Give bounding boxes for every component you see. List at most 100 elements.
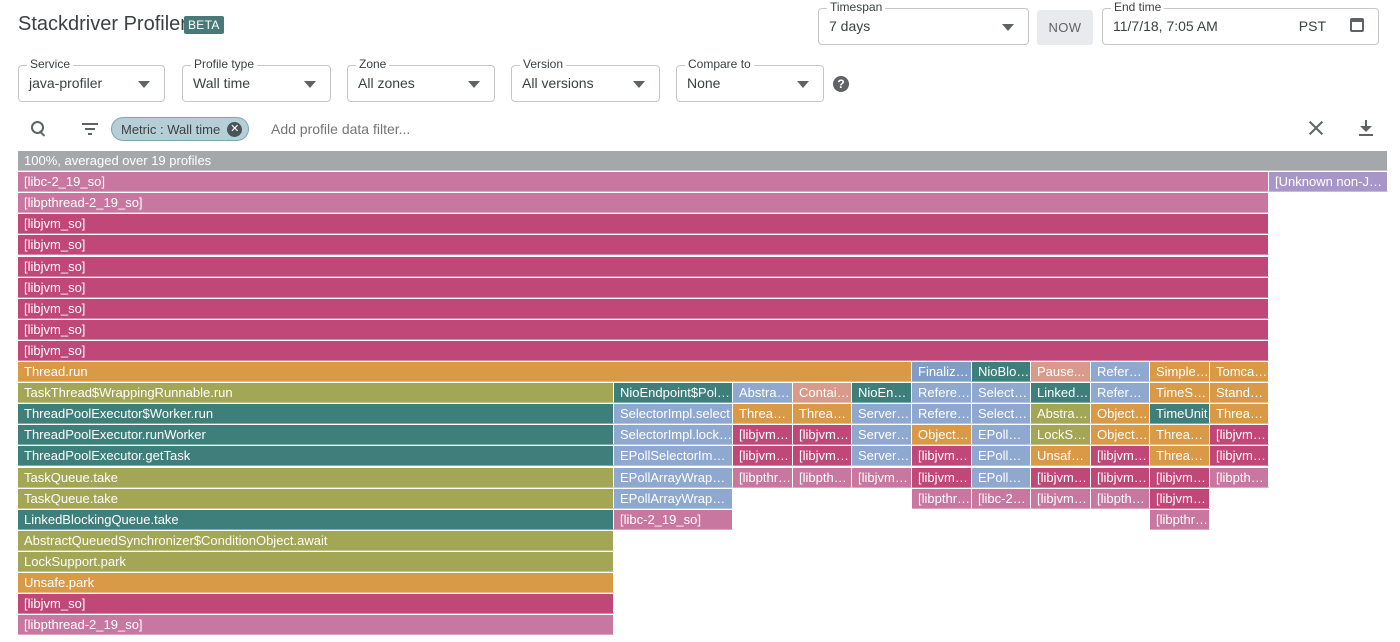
flame-frame[interactable]: [libjvm_so] <box>18 594 614 615</box>
flame-frame[interactable]: [libjvm_so] <box>912 446 972 467</box>
flame-frame[interactable]: [Unknown non-Java frame] <box>1269 172 1388 193</box>
service-select[interactable]: Service java-profiler <box>18 57 165 102</box>
now-button[interactable]: NOW <box>1037 10 1093 45</box>
flame-frame[interactable]: Object.wait <box>912 425 972 446</box>
flame-frame[interactable]: [libjvm_so] <box>733 425 793 446</box>
timespan-select[interactable]: Timespan 7 days <box>818 0 1029 45</box>
flame-frame[interactable]: [libjvm_so] <box>18 340 1269 361</box>
flame-frame[interactable]: [libpthread-2_19_so] <box>1210 467 1269 488</box>
flame-frame[interactable]: [libjvm_so] <box>793 425 852 446</box>
flame-frame[interactable]: ThreadPoolExecutor$Worker.run <box>18 404 614 425</box>
flame-frame[interactable]: [libjvm_so] <box>1031 467 1091 488</box>
flame-frame[interactable]: [libjvm_so] <box>912 467 972 488</box>
flame-frame[interactable]: [libjvm_so] <box>18 256 1269 277</box>
flame-frame[interactable]: AbstractEndpoint <box>733 383 793 404</box>
flame-frame[interactable]: [libpthread-2_19_so] <box>912 488 972 509</box>
flame-frame[interactable]: [libjvm_so] <box>18 277 1269 298</box>
flame-frame[interactable]: Thread.run <box>18 362 912 382</box>
flame-frame[interactable]: Reference <box>1091 362 1150 382</box>
flame-frame[interactable]: EPollArrayWrapper <box>972 467 1031 488</box>
flame-frame[interactable]: [libjvm_so] <box>793 446 852 467</box>
flame-frame[interactable]: Finalizer.run <box>912 362 972 382</box>
help-icon[interactable]: ? <box>833 76 849 92</box>
flame-frame[interactable]: SimpleTimer <box>1150 362 1210 382</box>
flame-frame[interactable]: Thread.sleep <box>1210 404 1269 425</box>
download-icon[interactable] <box>1359 120 1373 137</box>
flame-frame[interactable]: Thread.sleep <box>733 404 793 425</box>
flame-frame[interactable]: ThreadPoolExecutor.runWorker <box>18 425 614 446</box>
flame-frame[interactable]: [libjvm_so] <box>852 467 912 488</box>
flame-frame[interactable]: TaskThread$WrappingRunnable.run <box>18 383 614 404</box>
flame-frame[interactable]: ServerSocket <box>852 446 912 467</box>
flame-frame[interactable]: SelectorImpl.select <box>614 404 733 425</box>
chip-remove-icon[interactable]: ✕ <box>227 122 243 137</box>
filter-list-icon[interactable] <box>82 123 98 135</box>
flame-frame[interactable]: Unsafe.park <box>18 573 614 593</box>
flame-frame[interactable]: Pause... <box>1031 362 1091 382</box>
flame-frame[interactable]: AbstractQueuedSynchronizer$ConditionObje… <box>18 530 614 551</box>
search-icon[interactable] <box>31 121 45 135</box>
flame-frame[interactable]: [libjvm_so] <box>18 214 1269 235</box>
flame-frame[interactable]: [libc-2_19_so] <box>614 509 733 530</box>
flame-frame[interactable]: [libc-2_19_so] <box>972 488 1031 509</box>
metric-filter-chip[interactable]: Metric : Wall time ✕ <box>111 117 250 141</box>
flame-frame[interactable]: ThreadPoolExecutor.getTask <box>18 446 614 467</box>
flame-frame[interactable]: LockSupport.park <box>18 551 614 572</box>
flame-frame[interactable]: ReferenceQueue <box>912 383 972 404</box>
flame-frame[interactable]: ContainerBackground <box>793 383 852 404</box>
flame-frame[interactable]: Unsafe.park <box>1031 446 1091 467</box>
flame-frame[interactable]: [libjvm_so] <box>1091 446 1150 467</box>
flame-frame[interactable]: TimeSource <box>1150 383 1210 404</box>
close-icon[interactable] <box>1308 120 1324 136</box>
flame-frame[interactable]: [libpthread-2_19_so] <box>1091 488 1150 509</box>
flame-frame[interactable]: Thread.sleep <box>1150 425 1210 446</box>
flame-frame[interactable]: [libjvm_so] <box>1210 425 1269 446</box>
flame-frame[interactable]: ServerSocket <box>852 425 912 446</box>
compare-to-select[interactable]: Compare to None <box>676 57 824 102</box>
flame-root-frame[interactable]: 100%, averaged over 19 profiles <box>18 151 1388 171</box>
profile-filter-input[interactable] <box>271 121 671 137</box>
flame-frame[interactable]: ReferenceQueue <box>912 404 972 425</box>
zone-select[interactable]: Zone All zones <box>347 57 495 102</box>
flame-frame[interactable]: ServerSocket <box>852 404 912 425</box>
flame-frame[interactable]: TaskQueue.take <box>18 488 614 509</box>
flame-frame[interactable]: TaskQueue.take <box>18 467 614 488</box>
flame-frame[interactable]: EPollSelectorImpl <box>972 425 1031 446</box>
flame-frame[interactable]: [libc-2_19_so] <box>18 172 1269 193</box>
flame-frame[interactable]: [libjvm_so] <box>1150 488 1210 509</box>
flame-frame[interactable]: EPollArrayWrapper <box>972 446 1031 467</box>
flame-frame[interactable]: Thread.sleep <box>793 404 852 425</box>
flame-frame[interactable]: [libpthread-2_19_so] <box>18 193 1269 214</box>
flame-frame[interactable]: EPollSelectorImpl.doSelect <box>614 446 733 467</box>
flame-frame[interactable]: SelectorImpl.lockAndDoSelect <box>614 425 733 446</box>
flame-frame[interactable]: [libjvm_so] <box>18 319 1269 340</box>
flame-frame[interactable]: SelectorImpl <box>972 383 1031 404</box>
end-time-field[interactable]: End time 11/7/18, 7:05 AM PST <box>1102 0 1379 45</box>
flame-frame[interactable]: EPollArrayWrapper.epollWait <box>614 488 733 509</box>
version-select[interactable]: Version All versions <box>511 57 660 102</box>
flame-frame[interactable]: StandardThread <box>1210 383 1269 404</box>
flame-frame[interactable]: NioEndpoint$Poller.run <box>614 383 733 404</box>
flame-frame[interactable]: Object.wait <box>1091 404 1150 425</box>
calendar-icon[interactable] <box>1350 18 1364 32</box>
flame-frame[interactable]: [libpthread-2_19_so] <box>733 467 793 488</box>
flame-frame[interactable]: [libpthread-2_19_so] <box>1150 509 1210 530</box>
flame-frame[interactable]: LinkedBlockingQueue.take <box>18 509 614 530</box>
flame-frame[interactable]: EPollArrayWrapper.poll <box>614 467 733 488</box>
flame-frame[interactable]: [libjvm_so] <box>733 446 793 467</box>
flame-frame[interactable]: SelectorImpl <box>972 404 1031 425</box>
flame-frame[interactable]: ReferenceQueue <box>1091 383 1150 404</box>
flame-frame[interactable]: [libpthread-2_19_so] <box>18 615 614 636</box>
flame-frame[interactable]: [libjvm_so] <box>18 298 1269 319</box>
flame-frame[interactable]: [libjvm_so] <box>1091 467 1150 488</box>
flame-frame[interactable]: Object.wait <box>1091 425 1150 446</box>
flame-frame[interactable]: [libjvm_so] <box>18 235 1269 256</box>
flame-frame[interactable]: Thread.sleep <box>1150 446 1210 467</box>
flame-frame[interactable]: TimeUnit <box>1150 404 1210 425</box>
flame-frame[interactable]: [libjvm_so] <box>1031 488 1091 509</box>
flame-frame[interactable]: [libjvm_so] <box>1210 446 1269 467</box>
flame-frame[interactable]: LockSupport <box>1031 425 1091 446</box>
flame-frame[interactable]: [libjvm_so] <box>1150 467 1210 488</box>
profile-type-select[interactable]: Profile type Wall time <box>182 57 331 102</box>
flame-frame[interactable]: LinkedBlockingQueue <box>1031 383 1091 404</box>
